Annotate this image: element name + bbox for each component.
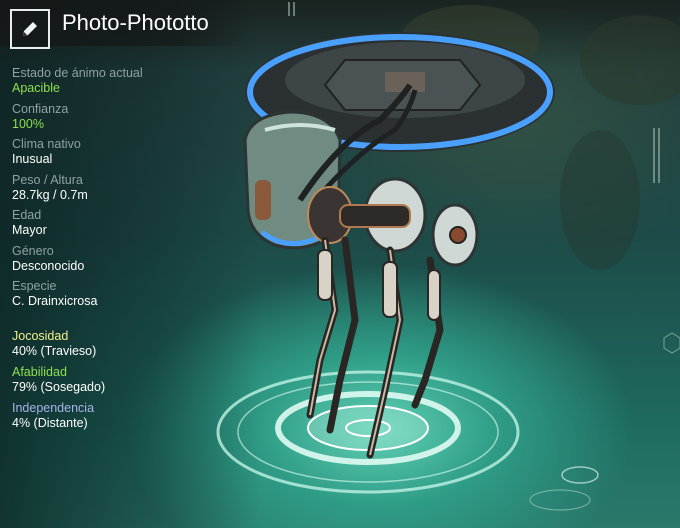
- pedestal-rings: [216, 370, 599, 511]
- stat-value: 100%: [12, 116, 44, 131]
- trait-value: 40% (Travieso): [12, 344, 97, 358]
- stat-value: Mayor: [12, 223, 47, 237]
- trait-label: Afabilidad: [12, 365, 67, 379]
- stat-value: Inusual: [12, 152, 53, 166]
- companion-name-title: Photo-Phototto: [62, 10, 209, 35]
- stat-gender: Género Desconocido: [12, 244, 242, 274]
- stat-label: Edad: [12, 208, 42, 222]
- trait-label: Jocosidad: [12, 329, 69, 343]
- stat-label: Clima nativo: [12, 137, 81, 151]
- header-bar: Photo-Phototto: [0, 0, 248, 49]
- stat-native-climate: Clima nativo Inusual: [12, 137, 242, 167]
- hexagon-marker: [663, 332, 680, 354]
- companion-traits: Jocosidad 40% (Travieso) Afabilidad 79% …: [12, 329, 242, 431]
- edit-name-button[interactable]: [10, 9, 50, 49]
- stat-value: Apacible: [12, 81, 60, 95]
- trait-friendliness: Afabilidad 79% (Sosegado): [12, 365, 242, 395]
- stat-label: Estado de ánimo actual: [12, 66, 143, 80]
- stat-value: Desconocido: [12, 258, 85, 273]
- trait-independence: Independencia 4% (Distante): [12, 401, 242, 431]
- stat-mood: Estado de ánimo actual Apacible: [12, 66, 242, 96]
- trait-value: 4% (Distante): [12, 416, 88, 430]
- stat-label: Peso / Altura: [12, 172, 83, 187]
- stat-age: Edad Mayor: [12, 208, 242, 238]
- stat-species: Especie C. Drainxicrosa: [12, 279, 242, 309]
- stat-label: Especie: [12, 279, 57, 293]
- trait-label: Independencia: [12, 401, 95, 415]
- stat-label: Género: [12, 243, 54, 258]
- stat-trust: Confianza 100%: [12, 102, 242, 132]
- stat-value: 28.7kg / 0.7m: [12, 187, 88, 202]
- companion-stats: Estado de ánimo actual Apacible Confianz…: [12, 66, 242, 309]
- stat-label: Confianza: [12, 101, 69, 116]
- trait-value: 79% (Sosegado): [12, 380, 106, 394]
- trait-playfulness: Jocosidad 40% (Travieso): [12, 329, 242, 359]
- stat-value: C. Drainxicrosa: [12, 294, 98, 308]
- stat-weight-height: Peso / Altura 28.7kg / 0.7m: [12, 173, 242, 203]
- pencil-icon: [23, 22, 37, 36]
